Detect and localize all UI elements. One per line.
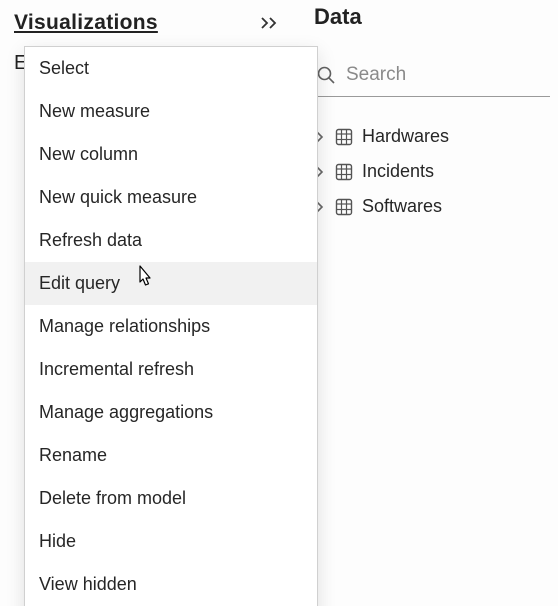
menu-item-edit-query[interactable]: Edit query — [25, 262, 317, 305]
table-item-softwares[interactable]: Softwares — [314, 189, 554, 224]
visualizations-pane: Visualizations E Select New measure New … — [0, 0, 300, 606]
menu-item-label: New measure — [39, 101, 150, 121]
menu-item-hide[interactable]: Hide — [25, 520, 317, 563]
menu-item-delete-from-model[interactable]: Delete from model — [25, 477, 317, 520]
menu-item-rename[interactable]: Rename — [25, 434, 317, 477]
search-row[interactable] — [314, 56, 550, 97]
table-label: Incidents — [362, 161, 434, 182]
menu-item-incremental-refresh[interactable]: Incremental refresh — [25, 348, 317, 391]
menu-item-label: Manage aggregations — [39, 402, 213, 422]
menu-item-label: Edit query — [39, 273, 120, 293]
menu-item-refresh-data[interactable]: Refresh data — [25, 219, 317, 262]
menu-item-new-measure[interactable]: New measure — [25, 90, 317, 133]
table-icon — [334, 162, 354, 182]
menu-item-new-quick-measure[interactable]: New quick measure — [25, 176, 317, 219]
menu-item-view-hidden[interactable]: View hidden — [25, 563, 317, 606]
menu-item-label: New column — [39, 144, 138, 164]
menu-item-select[interactable]: Select — [25, 47, 317, 90]
table-item-incidents[interactable]: Incidents — [314, 154, 554, 189]
table-label: Hardwares — [362, 126, 449, 147]
menu-item-label: Incremental refresh — [39, 359, 194, 379]
menu-item-label: Refresh data — [39, 230, 142, 250]
search-input[interactable] — [346, 64, 550, 86]
visualizations-title: Visualizations — [14, 11, 158, 35]
menu-item-new-column[interactable]: New column — [25, 133, 317, 176]
menu-item-label: Rename — [39, 445, 107, 465]
collapse-pane-button[interactable] — [260, 16, 286, 30]
menu-item-label: Select — [39, 58, 89, 78]
visualizations-header: Visualizations — [0, 0, 300, 42]
context-menu: Select New measure New column New quick … — [24, 46, 318, 606]
menu-item-label: Manage relationships — [39, 316, 210, 336]
menu-item-manage-aggregations[interactable]: Manage aggregations — [25, 391, 317, 434]
menu-item-label: New quick measure — [39, 187, 197, 207]
table-item-hardwares[interactable]: Hardwares — [314, 119, 554, 154]
data-title: Data — [314, 4, 554, 56]
tables-tree: Hardwares Incidents — [314, 97, 554, 224]
menu-item-manage-relationships[interactable]: Manage relationships — [25, 305, 317, 348]
menu-item-label: Delete from model — [39, 488, 186, 508]
data-pane: Data — [300, 0, 558, 606]
menu-item-label: View hidden — [39, 574, 137, 594]
table-label: Softwares — [362, 196, 442, 217]
search-icon — [316, 65, 336, 85]
table-icon — [334, 197, 354, 217]
table-icon — [334, 127, 354, 147]
menu-item-label: Hide — [39, 531, 76, 551]
